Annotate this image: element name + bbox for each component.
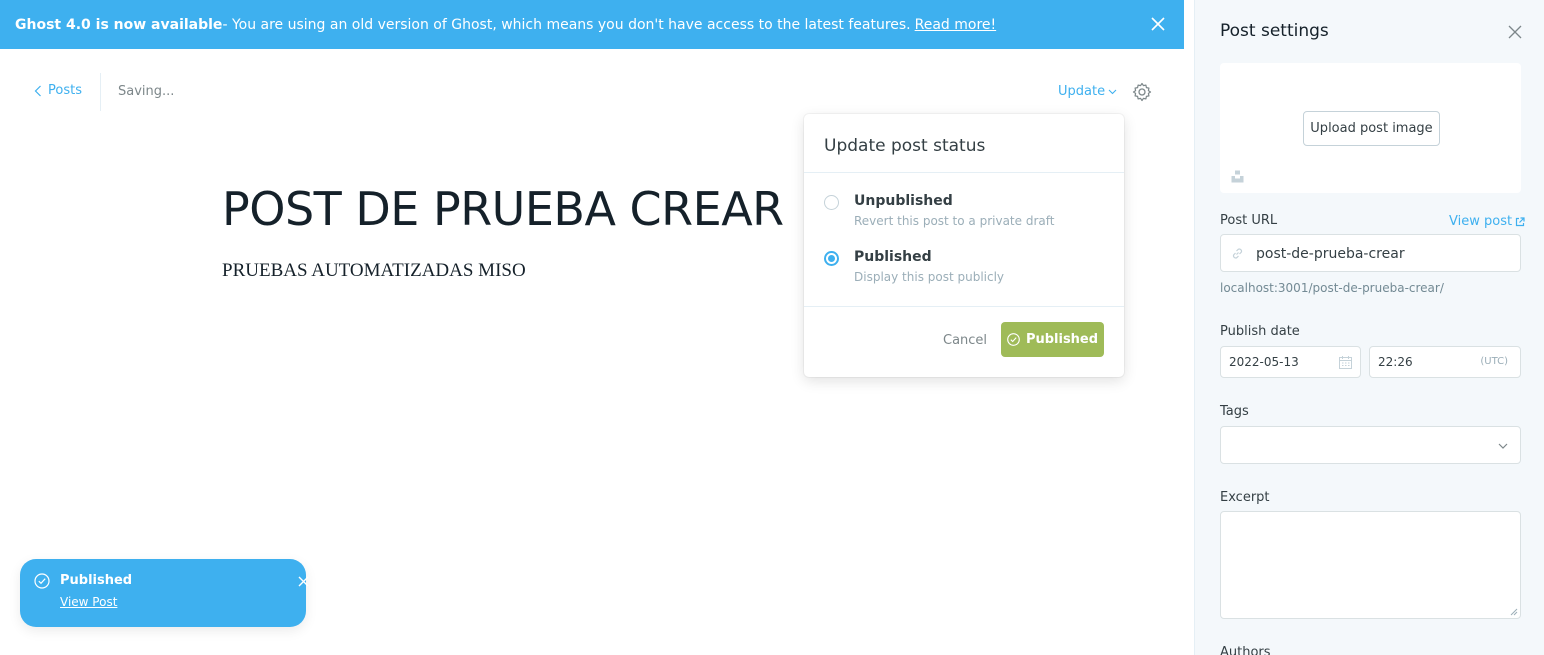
- divider: [804, 172, 1124, 173]
- full-url-hint: localhost:3001/post-de-prueba-crear/: [1220, 281, 1444, 295]
- gear-icon[interactable]: [1132, 82, 1152, 102]
- editor-app: Ghost 4.0 is now available - You are usi…: [0, 0, 1544, 655]
- excerpt-textarea[interactable]: [1220, 511, 1521, 619]
- sidebar-title: Post settings: [1220, 21, 1329, 41]
- toast-title: Published: [60, 573, 133, 588]
- chevron-down-icon: [1498, 443, 1508, 449]
- popover-title: Update post status: [824, 136, 986, 156]
- radio-published[interactable]: [824, 251, 839, 266]
- option-label: Unpublished: [854, 193, 953, 209]
- published-button-label: Published: [1025, 332, 1099, 347]
- check-circle-icon: [34, 573, 50, 589]
- date-value: 2022-05-13: [1229, 355, 1299, 369]
- tags-label: Tags: [1220, 404, 1249, 419]
- update-dropdown-button[interactable]: Update: [1058, 84, 1117, 99]
- banner-headline: Ghost 4.0 is now available: [15, 16, 223, 33]
- publish-date-field[interactable]: 2022-05-13: [1220, 346, 1361, 378]
- time-value: 22:26: [1378, 355, 1413, 369]
- banner-message: - You are using an old version of Ghost,…: [222, 16, 911, 33]
- excerpt-label: Excerpt: [1220, 490, 1270, 505]
- header-divider: [100, 73, 101, 111]
- back-to-posts-link[interactable]: Posts: [34, 83, 82, 98]
- published-toast: Published View Post: [20, 559, 309, 627]
- radio-unpublished[interactable]: [824, 195, 839, 210]
- chevron-left-icon: [34, 85, 41, 96]
- resize-handle-icon[interactable]: [1510, 608, 1518, 616]
- upload-post-image-button[interactable]: Upload post image: [1303, 111, 1440, 146]
- tags-select[interactable]: [1220, 426, 1521, 464]
- post-url-label: Post URL: [1220, 213, 1278, 228]
- view-post-link[interactable]: View post: [1449, 214, 1525, 229]
- published-button[interactable]: Published: [1001, 322, 1104, 357]
- timezone-label: (UTC): [1480, 356, 1508, 367]
- chevron-down-icon: [1108, 89, 1117, 94]
- view-post-link[interactable]: View Post: [60, 595, 117, 609]
- calendar-icon[interactable]: [1339, 356, 1352, 369]
- close-icon[interactable]: [1150, 16, 1166, 32]
- post-image-area: Upload post image: [1220, 63, 1521, 193]
- close-icon[interactable]: [1508, 25, 1522, 39]
- upgrade-banner: Ghost 4.0 is now available - You are usi…: [0, 0, 1184, 49]
- cancel-button[interactable]: Cancel: [943, 333, 987, 348]
- posts-link-label: Posts: [48, 83, 82, 98]
- option-description: Display this post publicly: [854, 270, 1005, 284]
- post-settings-sidebar: Post settings Upload post image Post URL…: [1194, 0, 1544, 655]
- post-body[interactable]: PRUEBAS AUTOMATIZADAS MISO: [222, 260, 526, 282]
- read-more-link[interactable]: Read more!: [915, 17, 997, 33]
- update-status-popover: Update post status Unpublished Revert th…: [804, 114, 1124, 377]
- divider: [804, 306, 1124, 307]
- view-post-label: View post: [1449, 214, 1513, 229]
- post-url-value: post-de-prueba-crear: [1256, 246, 1405, 262]
- update-label: Update: [1058, 84, 1106, 99]
- post-title[interactable]: POST DE PRUEBA CREAR: [222, 182, 784, 236]
- external-link-icon: [1515, 216, 1525, 226]
- publish-time-field[interactable]: 22:26 (UTC): [1369, 346, 1521, 378]
- close-icon[interactable]: [298, 576, 309, 587]
- check-circle-icon: [1007, 333, 1020, 346]
- option-description: Revert this post to a private draft: [854, 214, 1055, 228]
- save-status: Saving...: [118, 84, 175, 99]
- publish-date-label: Publish date: [1220, 324, 1300, 339]
- option-label: Published: [854, 249, 932, 265]
- post-url-field[interactable]: post-de-prueba-crear: [1220, 234, 1521, 272]
- authors-label: Authors: [1220, 645, 1271, 655]
- link-icon: [1232, 248, 1243, 259]
- unsplash-icon[interactable]: [1231, 170, 1244, 183]
